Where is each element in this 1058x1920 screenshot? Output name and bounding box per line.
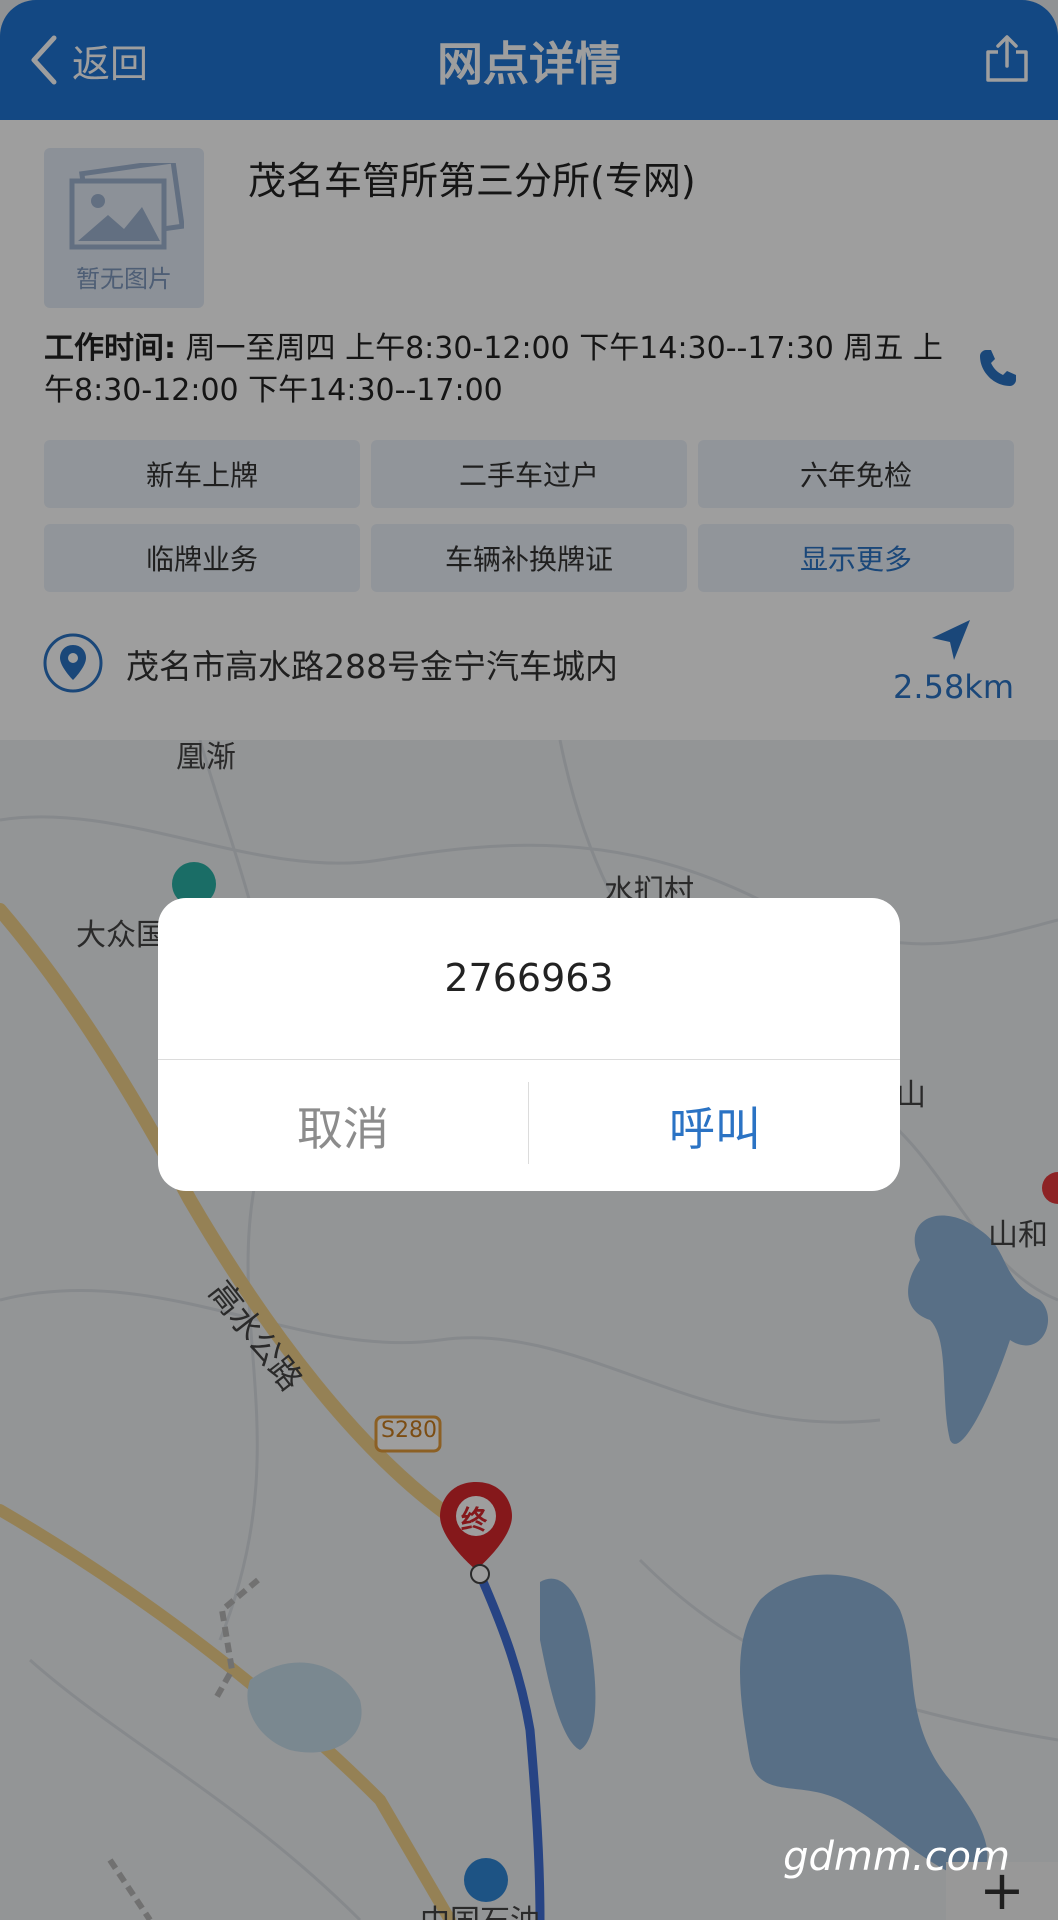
divider [528, 1082, 529, 1164]
call-dialog: 2766963 取消 呼叫 [158, 898, 900, 1191]
phone-number: 2766963 [444, 956, 614, 1000]
cancel-button[interactable]: 取消 [158, 1060, 528, 1191]
call-button[interactable]: 呼叫 [530, 1060, 900, 1191]
watermark: gdmm.com [783, 1834, 1010, 1880]
